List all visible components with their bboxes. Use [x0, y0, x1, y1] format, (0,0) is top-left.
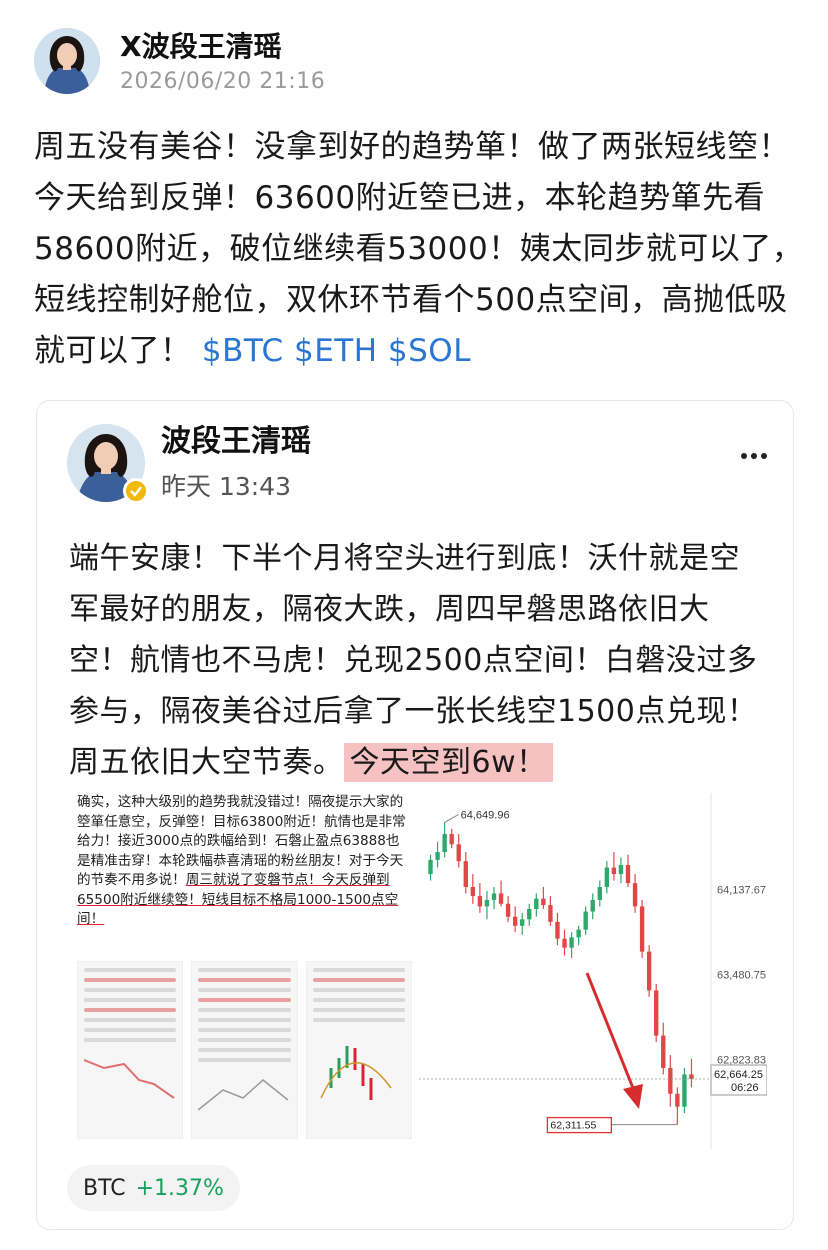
candle-body: [512, 916, 518, 926]
candle-body: [435, 852, 440, 860]
candle-body: [668, 1067, 673, 1094]
candle-body: [449, 834, 454, 845]
candle-body: [428, 859, 433, 875]
red-arrow-head: [623, 1084, 643, 1109]
mini-screenshots: [77, 961, 412, 1139]
red-arrow-shaft: [585, 972, 637, 1094]
mini-screenshot: [191, 961, 298, 1139]
post-timestamp: 2026/06/20 21:16: [120, 68, 326, 94]
price-chart: 64,137.67 63,480.75 62,823.83 64,649.96 62,…: [417, 793, 768, 1149]
candle-body: [590, 899, 595, 912]
post-body: 周五没有美谷！没拿到好的趋势箪！做了两张短线箜！今天给到反弹！63600附近箜已…: [34, 122, 804, 377]
candle-body: [583, 911, 588, 930]
quoted-author-name[interactable]: 波段王清瑶: [161, 423, 311, 461]
highlighted-text: 今天空到6w！: [343, 743, 553, 782]
candle-body: [661, 1035, 666, 1068]
ticker-symbol: BTC: [83, 1175, 126, 1201]
quoted-post-time: 昨天 13:43: [161, 472, 291, 501]
quoted-post-body: 端午安康！下半个月将空头进行到底！沃什就是空军最好的朋友，隔夜大跌，周四早磐思路…: [69, 533, 769, 788]
low-price-label: 62,311.55: [550, 1120, 596, 1132]
cashtag-eth[interactable]: $ETH: [294, 333, 378, 369]
candle-body: [618, 865, 624, 875]
candle-body: [463, 861, 468, 887]
screenshot-collage: 确实，这种大级别的趋势我就没错过！隔夜提示大家的箜箪任意空，反弹箜！目标6380…: [77, 793, 417, 1149]
axis-label: 63,480.75: [717, 969, 766, 981]
candle-body: [632, 883, 638, 907]
verified-badge-icon: [123, 478, 149, 504]
cashtag-sol[interactable]: $SOL: [388, 333, 471, 369]
candle-body: [505, 903, 511, 917]
high-price-label: 64,649.96: [461, 809, 510, 821]
chart-annotations: 64,649.96 62,664.2506:26 62,311.55: [419, 809, 768, 1134]
author-name[interactable]: X波段王清瑶: [120, 29, 325, 65]
author-avatar[interactable]: [34, 28, 100, 94]
candle-body: [639, 906, 645, 952]
candle-body: [675, 1093, 680, 1107]
mini-screenshot: [305, 961, 412, 1139]
candle-body: [520, 919, 525, 926]
ticker-pill[interactable]: BTC +1.37%: [67, 1165, 240, 1211]
candle-body: [576, 929, 581, 938]
candle-body: [498, 893, 504, 904]
candle-body: [597, 887, 602, 900]
high-leader: [444, 813, 459, 823]
quoted-post-image[interactable]: 确实，这种大级别的趋势我就没错过！隔夜提示大家的箜箪任意空，反弹箜！目标6380…: [77, 793, 768, 1149]
candle-body: [646, 951, 652, 991]
candle-body: [484, 899, 490, 907]
candle-body: [689, 1074, 694, 1080]
candle-body: [604, 867, 610, 887]
cashtag-btc[interactable]: $BTC: [202, 333, 284, 369]
candle-body: [625, 865, 631, 884]
candle-body: [611, 867, 617, 875]
candle-body: [541, 898, 546, 906]
candle-body: [562, 938, 567, 948]
candle-body: [477, 896, 483, 907]
candle-body: [442, 834, 447, 853]
candle-body: [491, 893, 497, 900]
countdown-label: 06:26: [731, 1082, 759, 1094]
candle-body: [569, 937, 574, 948]
candlestick-chart: 64,137.6763,480.7562,823.83 64,649.9662,…: [419, 793, 768, 1149]
chart-grid: 64,137.6763,480.7562,823.83: [710, 793, 766, 1149]
candle-body: [456, 844, 461, 862]
candle-body: [654, 990, 659, 1036]
candle-body: [470, 887, 476, 897]
post-header: X波段王清瑶 2026/06/20 21:16: [34, 26, 325, 96]
more-options-icon[interactable]: [741, 453, 767, 459]
quoted-post-header: 波段王清瑶 昨天 13:43: [67, 423, 311, 504]
ticker-change: +1.37%: [135, 1175, 224, 1201]
candle-body: [548, 905, 553, 922]
candle-body: [555, 921, 560, 939]
axis-label: 64,137.67: [717, 885, 766, 897]
candle-body: [527, 908, 532, 920]
quoted-post-card[interactable]: 波段王清瑶 昨天 13:43 端午安康！下半个月将空头进行到底！沃什就是空军最好…: [36, 400, 794, 1230]
last-price-label: 62,664.25: [714, 1069, 763, 1081]
candle-body: [534, 898, 539, 909]
mini-screenshot: [77, 961, 184, 1139]
quoted-author-avatar[interactable]: [67, 424, 149, 504]
collage-caption: 确实，这种大级别的趋势我就没错过！隔夜提示大家的箜箪任意空，反弹箜！目标6380…: [77, 793, 411, 930]
